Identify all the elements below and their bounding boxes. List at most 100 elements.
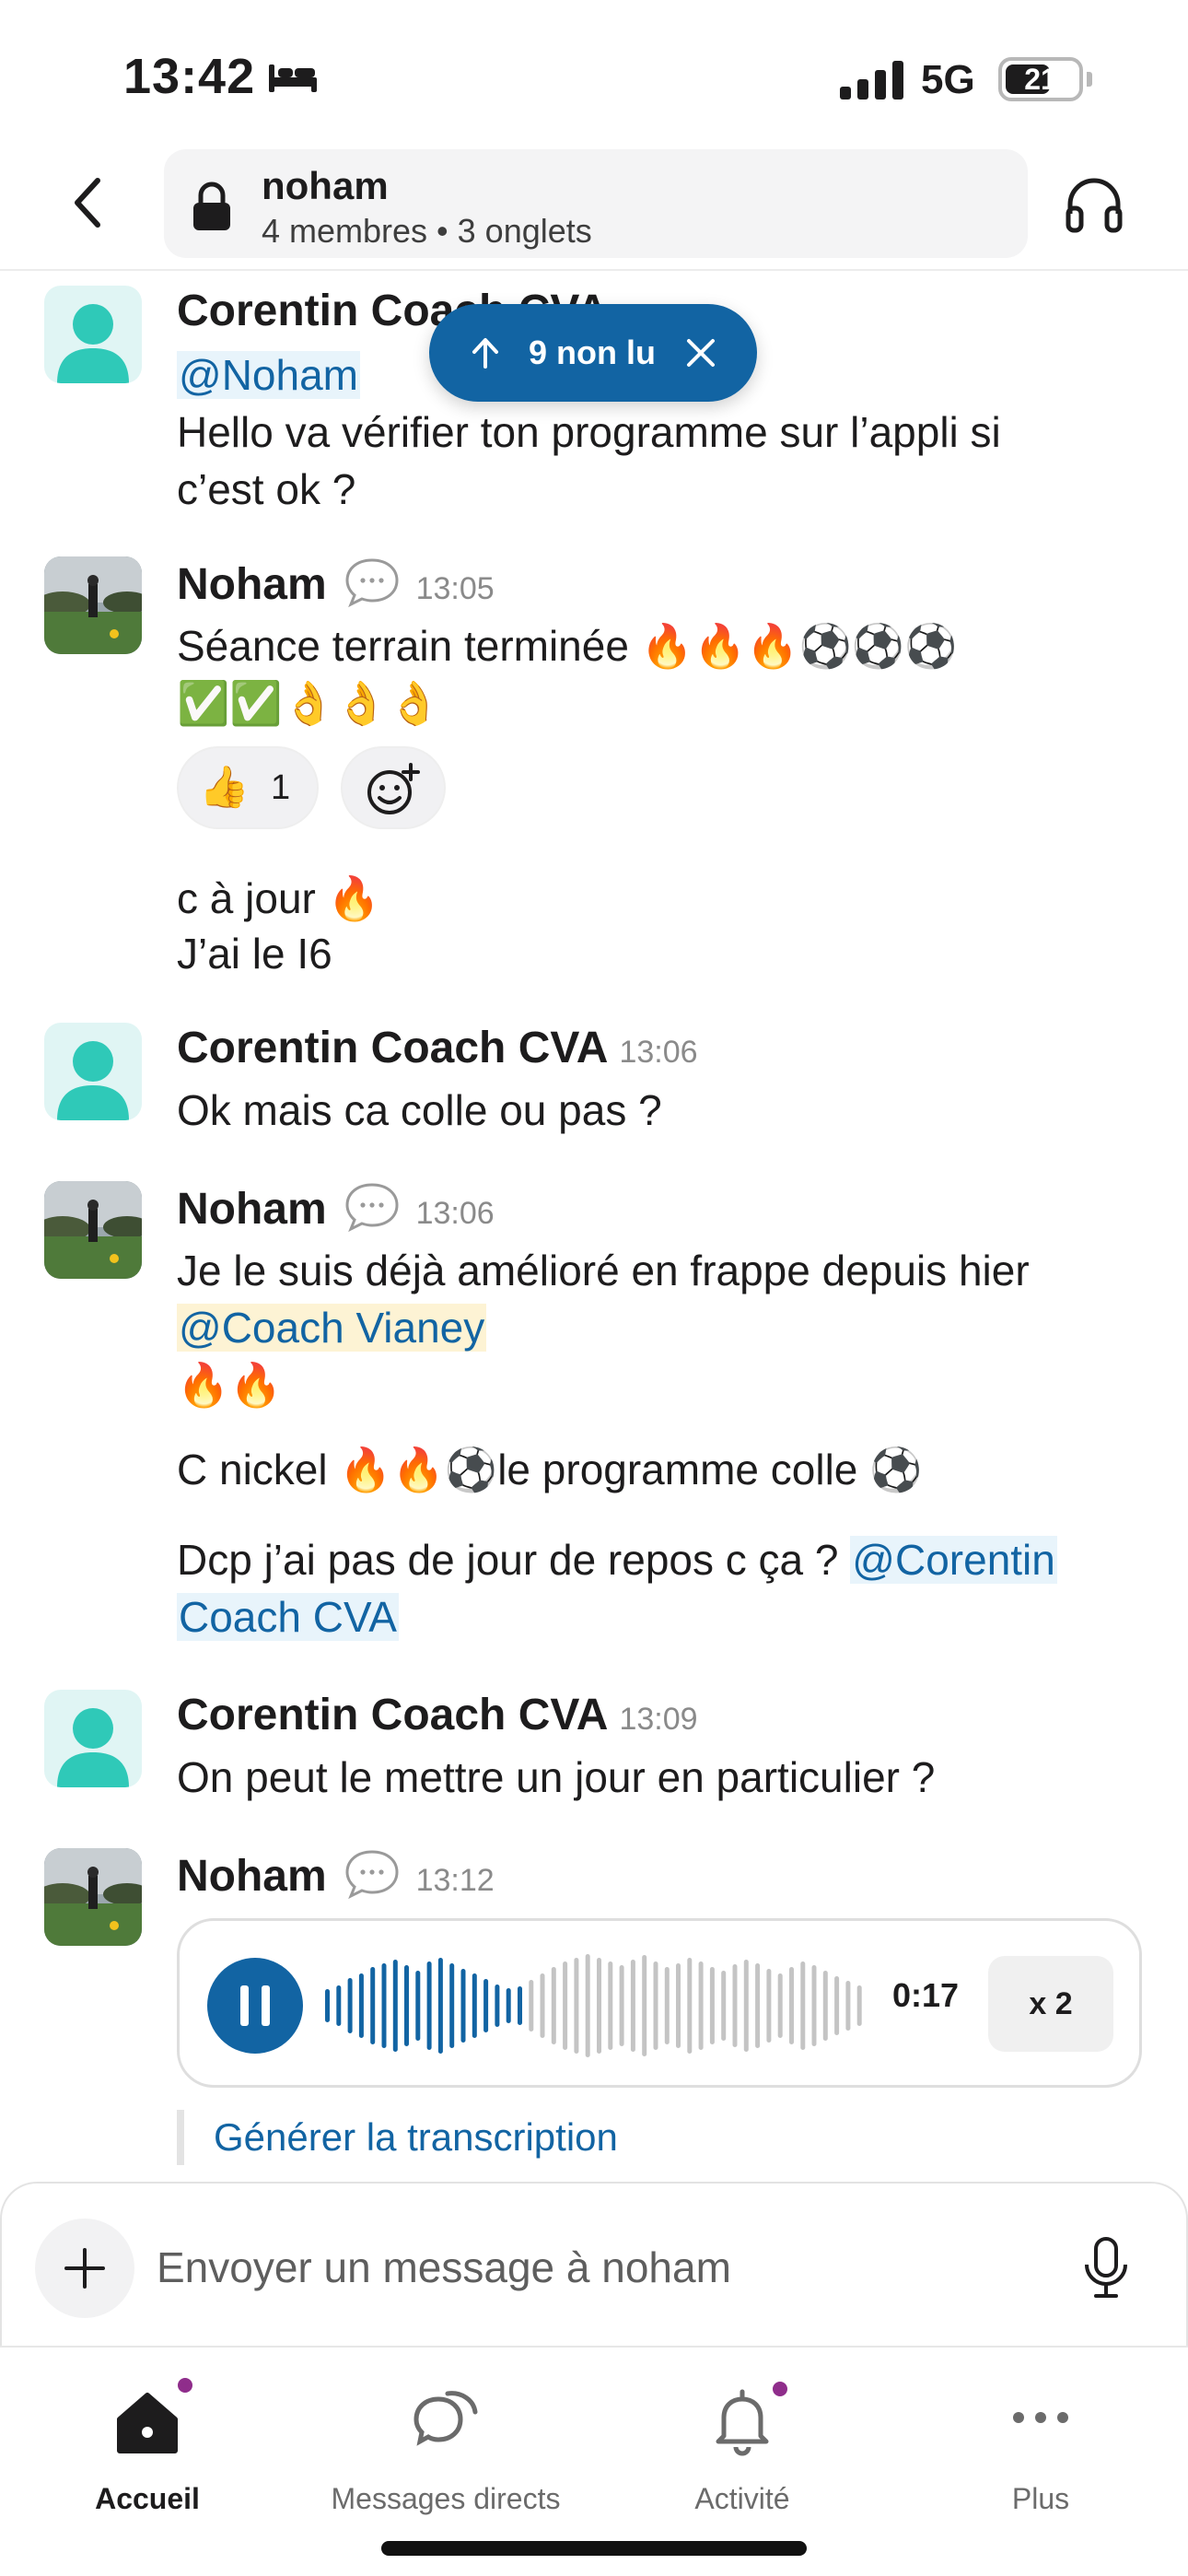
tab-direct-messages[interactable]: Messages directs — [298, 2366, 593, 2532]
sender-name[interactable]: Noham — [177, 1852, 327, 1901]
channel-header: noham 4 membres • 3 onglets — [0, 147, 1188, 271]
waveform-bar — [551, 1967, 556, 2044]
waveform-bar — [766, 1969, 772, 2043]
message-text: On peut le mettre un jour en particulier… — [177, 1753, 936, 1801]
user-photo — [44, 1181, 142, 1279]
waveform-bar — [687, 1958, 693, 2054]
mention[interactable]: @Coach Vianey — [177, 1304, 487, 1352]
reaction-emoji: 👍 — [199, 765, 250, 810]
waveform-bar — [642, 1955, 647, 2056]
tab-label: Activité — [694, 2482, 790, 2515]
playback-speed-button[interactable]: x 2 — [988, 1956, 1113, 2052]
waveform-bar — [437, 1958, 443, 2054]
waveform-bar — [664, 1967, 670, 2044]
microphone-icon[interactable] — [1077, 2235, 1135, 2301]
avatar[interactable] — [44, 286, 142, 383]
huddle-headphones-icon[interactable] — [1063, 173, 1125, 236]
sender-name[interactable]: Noham — [177, 560, 327, 609]
mention[interactable]: @Noham — [177, 351, 360, 399]
message-text: c’est ok ? — [177, 465, 356, 513]
waveform-bar — [630, 1960, 635, 2052]
waveform-bar — [325, 1989, 330, 2022]
add-reaction-button[interactable] — [341, 746, 446, 829]
message-text: Ok mais ca colle ou pas ? — [177, 1086, 662, 1134]
close-icon[interactable] — [685, 337, 716, 369]
add-attachment-button[interactable] — [35, 2219, 134, 2318]
avatar[interactable] — [44, 1023, 142, 1120]
message-composer: Envoyer un message à noham — [0, 2182, 1188, 2346]
waveform-bar — [709, 1967, 715, 2044]
back-chevron-icon[interactable] — [57, 170, 123, 236]
avatar[interactable] — [44, 1181, 142, 1279]
tab-activity[interactable]: Activité — [595, 2366, 890, 2532]
sender-name[interactable]: Corentin Coach CVA — [177, 1691, 608, 1739]
message-header: Corentin Coach CVA 13:09 — [177, 1690, 698, 1745]
message-header: Corentin Coach CVA 13:06 — [177, 1023, 698, 1078]
message-text: c à jour 🔥 — [177, 874, 380, 922]
waveform-bar — [370, 1967, 376, 2044]
thread-bubble-icon — [345, 1183, 399, 1233]
avatar[interactable] — [44, 1690, 142, 1787]
waveform-bar — [732, 1964, 738, 2047]
waveform-bar — [518, 1986, 522, 2025]
waveform-bar — [755, 1963, 761, 2048]
user-photo — [44, 1848, 142, 1946]
message-header: Noham 13:06 — [177, 1181, 495, 1236]
add-reaction-icon — [367, 763, 420, 814]
avatar[interactable] — [44, 556, 142, 654]
reaction-count: 1 — [271, 768, 291, 807]
reaction-thumbs-up[interactable]: 👍 1 — [177, 746, 319, 829]
waveform-bar — [336, 1985, 342, 2026]
status-time: 13:42 — [123, 49, 256, 104]
tab-label: Accueil — [95, 2482, 200, 2515]
avatar[interactable] — [44, 1848, 142, 1946]
waveform-bar — [415, 1971, 421, 2041]
message-text: Je le suis déjà amélioré en frappe depui… — [177, 1247, 1030, 1294]
message-time: 13:06 — [619, 1035, 698, 1070]
waveform-bar — [743, 1960, 749, 2052]
waveform-bar — [563, 1961, 568, 2050]
waveform-bar — [811, 1965, 817, 2046]
audio-waveform[interactable] — [323, 1949, 867, 2063]
battery-level: 21 — [1024, 63, 1057, 96]
channel-info-button[interactable]: noham 4 membres • 3 onglets — [164, 149, 1028, 258]
waveform-bar — [426, 1961, 432, 2050]
lock-icon — [193, 181, 230, 230]
pause-button[interactable] — [207, 1958, 303, 2054]
waveform-bar — [347, 1978, 353, 2033]
waveform-bar — [506, 1988, 511, 2023]
tab-more[interactable]: Plus — [893, 2366, 1188, 2532]
waveform-bar — [608, 1961, 613, 2050]
message-time: 13:06 — [415, 1196, 495, 1231]
default-user-icon — [57, 304, 129, 383]
unread-messages-banner[interactable]: 9 non lu — [429, 304, 757, 402]
waveform-bar — [404, 1965, 409, 2046]
message-text: Dcp j’ai pas de jour de repos c ça ? @Co… — [177, 1531, 1057, 1588]
message-time: 13:09 — [619, 1702, 698, 1737]
waveform-bar — [653, 1961, 658, 2050]
message-text: Hello va vérifier ton programme sur l’ap… — [177, 408, 1001, 456]
waveform-bar — [460, 1969, 466, 2043]
sender-name[interactable]: Noham — [177, 1185, 327, 1234]
notification-dot — [175, 2375, 195, 2395]
sender-name[interactable]: Corentin Coach CVA — [177, 1024, 608, 1072]
waveform-bar — [856, 1985, 862, 2026]
message-input[interactable]: Envoyer un message à noham — [157, 2235, 731, 2300]
message-text: ✅✅👌👌👌 — [177, 679, 441, 727]
waveform-bar — [540, 1973, 545, 2038]
message-text: @Coach Vianey — [177, 1299, 487, 1356]
waveform-bar — [834, 1976, 840, 2035]
message-text: 🔥🔥 — [177, 1361, 283, 1409]
waveform-bar — [822, 1971, 828, 2041]
message-header: Noham 13:05 — [177, 556, 495, 612]
mention[interactable]: Coach CVA — [177, 1593, 399, 1641]
default-user-icon — [57, 1041, 129, 1120]
direct-messages-icon — [413, 2391, 478, 2446]
sleep-focus-icon — [269, 64, 317, 92]
message-time: 13:12 — [415, 1863, 495, 1898]
generate-transcript-link[interactable]: Générer la transcription — [177, 2110, 618, 2165]
mention[interactable]: @Corentin — [850, 1536, 1057, 1584]
tab-home[interactable]: Accueil — [0, 2366, 295, 2532]
tab-label: Messages directs — [331, 2482, 561, 2515]
channel-meta: 4 membres • 3 onglets — [262, 212, 592, 250]
